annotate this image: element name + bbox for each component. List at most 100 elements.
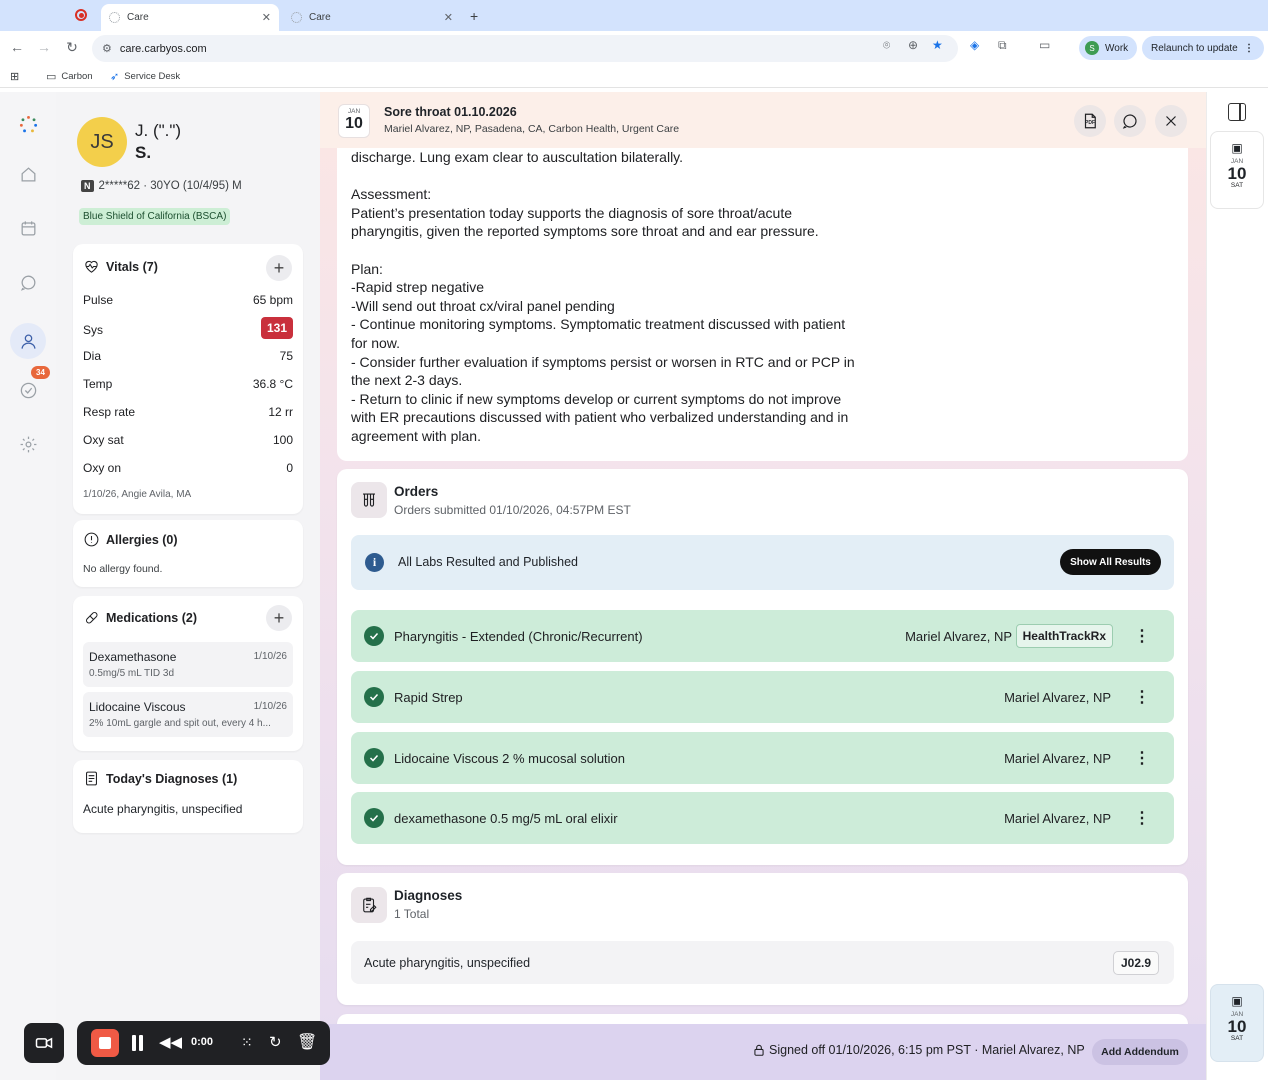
- vital-value: 75: [279, 349, 293, 363]
- close-tab-icon[interactable]: ✕: [262, 11, 271, 24]
- order-menu-icon[interactable]: ⋮: [1134, 687, 1150, 707]
- vital-label: Resp rate: [83, 405, 136, 419]
- extension-icon[interactable]: ◈: [970, 38, 979, 52]
- zoom-icon[interactable]: ⊕: [908, 38, 918, 52]
- comment-button[interactable]: [1114, 105, 1146, 137]
- order-menu-icon[interactable]: ⋮: [1134, 626, 1150, 646]
- allergies-card: Allergies (0) No allergy found.: [73, 520, 303, 587]
- menu-kebab-icon[interactable]: ⋮: [1244, 43, 1254, 54]
- timeline-day: 10: [1227, 164, 1247, 183]
- tab-care[interactable]: Care ✕: [283, 4, 461, 31]
- patient-id-line: N 2*****62 · 30YO (10/4/95) M: [81, 180, 242, 192]
- pdf-button[interactable]: PDF: [1074, 105, 1106, 137]
- browser-toolbar: ← → ↻ ⚙ care.carbyos.com ⌾ ⊕ ★ ◈ ⧉ ▭ S W…: [0, 31, 1268, 65]
- vital-value: 65 bpm: [252, 293, 293, 307]
- todays-diagnoses-title-label: Today's Diagnoses (1): [106, 771, 238, 786]
- encounter-date-badge: JAN 10: [338, 104, 370, 138]
- stop-recording-button[interactable]: [91, 1029, 119, 1057]
- chat-icon[interactable]: [16, 270, 40, 294]
- timeline-day: 10: [1227, 1017, 1247, 1036]
- add-medication-button[interactable]: +: [266, 605, 292, 631]
- lab-tubes-icon: [351, 482, 387, 518]
- vital-row-resp-rate: Resp rate 12 rr: [83, 405, 293, 419]
- medication-item[interactable]: Dexamethasone 1/10/26 0.5mg/5 mL TID 3d: [83, 642, 293, 687]
- medications-card: Medications (2) + Dexamethasone 1/10/26 …: [73, 596, 303, 751]
- lab-vendor-tag: HealthTrackRx: [1015, 624, 1113, 648]
- order-provider: Mariel Alvarez, NP: [905, 628, 1012, 644]
- nav-rail: [0, 92, 56, 1080]
- profile-avatar: S: [1085, 41, 1099, 55]
- reload-icon[interactable]: ↻: [63, 39, 81, 56]
- order-name: Pharyngitis - Extended (Chronic/Recurren…: [394, 628, 643, 644]
- trash-icon[interactable]: 🗑: [297, 1032, 317, 1052]
- apps-grid-icon[interactable]: ⊞: [10, 70, 19, 83]
- site-info-icon[interactable]: ⚙: [102, 42, 112, 55]
- pdf-label: PDF: [1085, 120, 1095, 126]
- show-all-results-button[interactable]: Show All Results: [1060, 549, 1161, 575]
- bookmark-star-icon[interactable]: ★: [932, 38, 943, 52]
- order-row[interactable]: dexamethasone 0.5 mg/5 mL oral elixir Ma…: [351, 792, 1174, 844]
- address-bar[interactable]: ⚙ care.carbyos.com: [92, 35, 958, 62]
- order-menu-icon[interactable]: ⋮: [1134, 748, 1150, 768]
- extensions-puzzle-icon[interactable]: ⧉: [998, 38, 1007, 53]
- new-tab-icon[interactable]: +: [470, 8, 478, 24]
- grid-dots-icon[interactable]: ⁙: [241, 1034, 253, 1051]
- profile-chip[interactable]: S Work: [1079, 36, 1137, 60]
- note-line: for now.: [351, 334, 401, 351]
- timeline-weekday: SAT: [1230, 1035, 1244, 1042]
- encounter-month: JAN: [347, 108, 361, 115]
- calendar-icon[interactable]: [16, 216, 40, 240]
- medication-date: 1/10/26: [253, 701, 287, 712]
- order-row[interactable]: Lidocaine Viscous 2 % mucosal solution M…: [351, 732, 1174, 784]
- id-badge: N: [81, 180, 94, 192]
- camera-toggle-button[interactable]: [24, 1023, 64, 1063]
- timeline-encounter-card[interactable]: ▣ JAN 10 SAT: [1210, 131, 1264, 209]
- restart-icon[interactable]: ↻: [269, 1033, 282, 1051]
- jira-icon: ➶: [110, 71, 120, 83]
- vital-row-temp: Temp 36.8 °C: [83, 377, 293, 391]
- medications-title-label: Medications (2): [106, 610, 197, 625]
- profile-label: Work: [1105, 42, 1129, 54]
- location-icon[interactable]: ⌾: [883, 38, 890, 53]
- home-icon[interactable]: [16, 162, 40, 186]
- side-panel-icon[interactable]: ▭: [1039, 38, 1050, 52]
- tab-care-active[interactable]: Care ✕: [101, 4, 279, 31]
- carbon-logo-icon[interactable]: [16, 112, 40, 136]
- document-icon: [86, 771, 97, 786]
- close-encounter-button[interactable]: [1155, 105, 1187, 137]
- add-addendum-button[interactable]: Add Addendum: [1092, 1039, 1188, 1065]
- vitals-title-label: Vitals (7): [106, 259, 158, 274]
- order-row[interactable]: Rapid Strep Mariel Alvarez, NP ⋮: [351, 671, 1174, 723]
- order-menu-icon[interactable]: ⋮: [1134, 808, 1150, 828]
- orders-subtitle: Orders submitted 01/10/2026, 04:57PM EST: [394, 503, 631, 517]
- bookmark-carbon[interactable]: ▭ Carbon: [46, 70, 93, 83]
- patient-name-line1: J. ("."): [135, 121, 182, 140]
- relaunch-button[interactable]: Relaunch to update ⋮: [1142, 36, 1264, 60]
- timeline-encounter-card-selected[interactable]: ▣ JAN 10 SAT: [1210, 984, 1264, 1062]
- vital-label: Temp: [83, 377, 113, 391]
- forward-icon[interactable]: →: [35, 39, 53, 55]
- add-vitals-button[interactable]: +: [266, 255, 292, 281]
- bookmark-service-desk[interactable]: ➶ Service Desk: [110, 70, 180, 83]
- patient-avatar: JS: [77, 117, 127, 167]
- pause-icon[interactable]: [131, 1035, 145, 1051]
- encounter-day: 10: [345, 115, 363, 132]
- diagnosis-row[interactable]: Acute pharyngitis, unspecified J02.9: [351, 941, 1174, 984]
- heart-pulse-icon: [85, 260, 98, 273]
- settings-gear-icon[interactable]: [16, 432, 40, 456]
- clinical-note: discharge. Lung exam clear to auscultati…: [337, 148, 1188, 461]
- patients-icon[interactable]: [10, 323, 46, 359]
- order-row[interactable]: Pharyngitis - Extended (Chronic/Recurren…: [351, 610, 1174, 662]
- vital-value: 36.8 °C: [252, 377, 293, 391]
- rewind-icon[interactable]: ◀◀: [159, 1033, 182, 1051]
- collapse-panel-icon[interactable]: [1228, 103, 1246, 121]
- back-icon[interactable]: ←: [8, 39, 26, 55]
- medication-name: Dexamethasone: [89, 650, 177, 664]
- allergies-title: Allergies (0): [83, 531, 178, 548]
- note-body: discharge. Lung exam clear to auscultati…: [351, 148, 1188, 446]
- close-tab-icon[interactable]: ✕: [444, 11, 453, 24]
- signed-off-status: Signed off 01/10/2026, 6:15 pm PST · Mar…: [752, 1043, 1085, 1057]
- patient-name: J. (".") S.: [135, 120, 181, 164]
- medication-item[interactable]: Lidocaine Viscous 1/10/26 2% 10mL gargle…: [83, 692, 293, 737]
- tasks-check-icon[interactable]: [16, 378, 40, 402]
